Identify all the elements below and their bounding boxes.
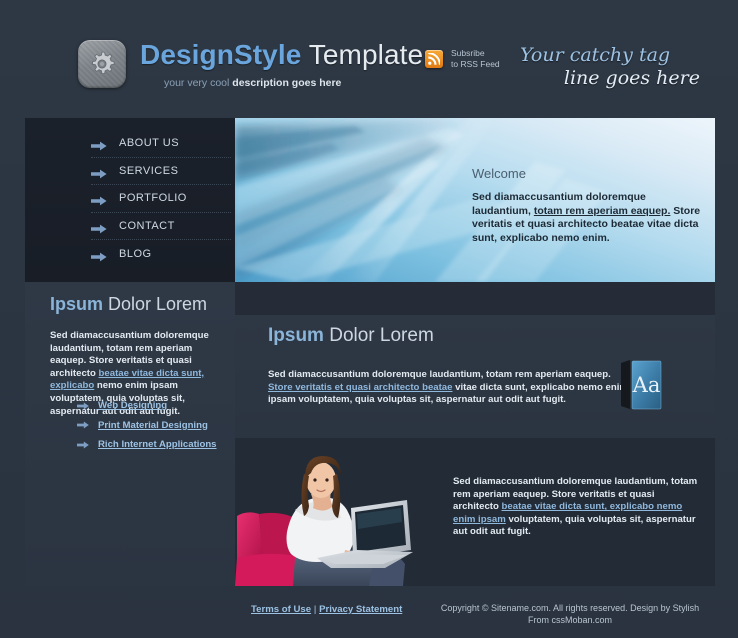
welcome-title: Welcome	[472, 166, 526, 181]
feature-paragraph: Sed diamaccusantium doloremque laudantiu…	[453, 476, 701, 539]
list-item-label: Print Material Designing	[98, 419, 208, 431]
catchy-line-2: line goes here	[563, 67, 700, 89]
banner-under-bar	[235, 282, 715, 315]
list-item-label: Rich Internet Applications	[98, 439, 217, 450]
rss-feed-icon[interactable]	[425, 50, 443, 68]
nav-label: PORTFOLIO	[119, 192, 187, 205]
footer-separator: |	[311, 604, 320, 615]
tagline-prefix: your very cool	[164, 77, 233, 89]
rss-label: Subsribe to RSS Feed	[451, 48, 500, 70]
arrow-right-icon	[91, 193, 107, 206]
welcome-box: Welcome Sed diamaccusantium doloremque l…	[472, 166, 702, 245]
privacy-statement-link[interactable]: Privacy Statement	[319, 604, 402, 615]
arrow-right-icon	[77, 441, 89, 449]
tagline-strong: description goes here	[232, 77, 342, 89]
arrow-right-icon	[91, 138, 107, 151]
sidebar-item-about-us[interactable]: ABOUT US	[91, 130, 231, 158]
arrow-right-icon	[77, 402, 89, 410]
site-title: DesignStyle Template	[140, 40, 423, 70]
sidebar-item-services[interactable]: SERVICES	[91, 158, 231, 185]
list-item-web-designing[interactable]: Web Designing	[77, 400, 227, 411]
arrow-right-icon	[91, 249, 107, 262]
sidebar-item-blog[interactable]: BLOG	[91, 240, 231, 268]
list-item-rich-internet-applications[interactable]: Rich Internet Applications	[77, 439, 227, 450]
list-item-label: Web Designing	[98, 400, 168, 411]
catchy-tagline: Your catchy tag line goes here	[520, 44, 700, 90]
sidebar-heading-light: Dolor Lorem	[103, 294, 208, 314]
sidebar-heading-strong: Ipsum	[50, 294, 104, 314]
content-heading-strong: Ipsum	[268, 325, 324, 346]
catchy-line-1: Your catchy tag	[520, 44, 671, 66]
footer-links: Terms of Use | Privacy Statement	[251, 604, 402, 615]
brand-light: Template	[301, 39, 424, 70]
nav-label: SERVICES	[119, 164, 179, 177]
arrow-right-icon	[91, 166, 107, 179]
sidebar-heading: Ipsum Dolor Lorem	[50, 294, 207, 315]
feature-panel: Sed diamaccusantium doloremque laudantiu…	[235, 438, 715, 586]
woman-with-laptop-image	[235, 438, 445, 586]
book-glyph: Aa	[632, 373, 661, 397]
site-header: DesignStyle Template your very cool desc…	[0, 0, 738, 118]
sidebar-link-list: Web Designing Print Material Designing R…	[77, 400, 227, 459]
main-content-panel: Ipsum Dolor Lorem Sed diamaccusantium do…	[235, 315, 715, 438]
content-paragraph: Sed diamaccusantium doloremque laudantiu…	[268, 369, 628, 407]
sidebar-content-panel: Ipsum Dolor Lorem Sed diamaccusantium do…	[25, 282, 235, 586]
arrow-right-icon	[91, 221, 107, 234]
rss-subscribe-block[interactable]: Subsribe to RSS Feed	[425, 48, 500, 70]
page-root: DesignStyle Template your very cool desc…	[0, 0, 738, 638]
welcome-body: Sed diamaccusantium doloremque laudantiu…	[472, 191, 702, 245]
arrow-right-icon	[77, 421, 89, 429]
content-text-1: Sed diamaccusantium doloremque laudantiu…	[268, 369, 611, 380]
brand-wrap: DesignStyle Template your very cool desc…	[140, 40, 423, 90]
list-item-print-material-designing[interactable]: Print Material Designing	[77, 420, 227, 431]
sidebar-item-portfolio[interactable]: PORTFOLIO	[91, 185, 231, 213]
nav-label: ABOUT US	[119, 137, 180, 150]
copyright-text: Copyright © Sitename.com. All rights res…	[440, 603, 700, 625]
content-heading-light: Dolor Lorem	[323, 325, 434, 346]
rss-line-1: Subsribe	[451, 48, 485, 58]
terms-of-use-link[interactable]: Terms of Use	[251, 604, 311, 615]
gear-icon	[78, 40, 126, 88]
site-footer: Terms of Use | Privacy Statement Copyrig…	[0, 586, 738, 638]
hero-banner: Welcome Sed diamaccusantium doloremque l…	[235, 118, 715, 282]
dictionary-book-icon: Aa	[618, 359, 664, 411]
rss-line-2: to RSS Feed	[451, 59, 500, 69]
brand-strong: DesignStyle	[140, 39, 302, 70]
content-inline-link[interactable]: Store veritatis et quasi architecto beat…	[268, 382, 452, 393]
main-navigation-panel: ABOUT US SERVICES PORTFOLIO CONTACT BLOG	[25, 118, 235, 282]
welcome-link[interactable]: totam rem aperiam eaquep.	[534, 205, 671, 217]
nav-label: BLOG	[119, 247, 152, 260]
nav-list: ABOUT US SERVICES PORTFOLIO CONTACT BLOG	[91, 130, 231, 268]
site-tagline: your very cool description goes here	[164, 77, 423, 89]
nav-label: CONTACT	[119, 219, 175, 232]
logo-block[interactable]: DesignStyle Template your very cool desc…	[78, 40, 423, 89]
feature-photo	[235, 438, 445, 586]
content-heading: Ipsum Dolor Lorem	[268, 325, 434, 347]
sidebar-item-contact[interactable]: CONTACT	[91, 213, 231, 240]
